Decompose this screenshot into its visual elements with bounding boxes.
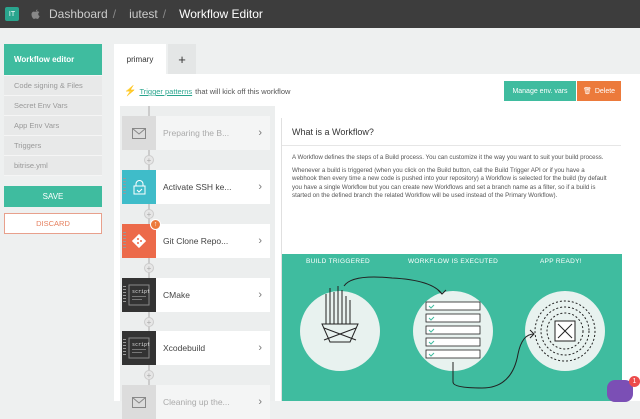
lock-icon (122, 170, 156, 204)
discard-button[interactable]: DISCARD (4, 213, 102, 234)
workflow-illustration: BUILD TRIGGERED WORKFLOW IS EXECUTED APP… (282, 254, 622, 401)
sidebar-item-bitrise-yml[interactable]: bitrise.yml (4, 156, 102, 176)
breadcrumb-dashboard[interactable]: Dashboard (49, 7, 108, 21)
step-item[interactable]: ↑ Git Clone Repo... › (122, 219, 270, 258)
step-item[interactable]: script CMake › (122, 278, 270, 312)
info-title: What is a Workflow? (282, 118, 621, 146)
step-name: Git Clone Repo... (163, 236, 229, 246)
step-name: CMake (163, 290, 190, 300)
sidebar-item-secret-env-vars[interactable]: Secret Env Vars (4, 96, 102, 116)
sidebar-item-app-env-vars[interactable]: App Env Vars (4, 116, 102, 136)
workflow-tabs: primary + (114, 44, 640, 74)
breadcrumb-app[interactable]: iutest (129, 7, 158, 21)
sidebar-item-code-signing[interactable]: Code signing & Files (4, 76, 102, 96)
breadcrumb-current: Workflow Editor (179, 7, 263, 21)
step-item[interactable]: Preparing the B... › (122, 116, 270, 150)
chevron-right-icon: › (258, 289, 262, 301)
sidebar: Workflow editor Code signing & Files Sec… (4, 44, 102, 234)
tab-primary[interactable]: primary (114, 44, 166, 74)
svg-text:script: script (132, 289, 150, 295)
step-name: Activate SSH ke... (163, 182, 232, 192)
add-step-button[interactable]: + (144, 155, 154, 165)
script-icon: script (122, 278, 156, 312)
add-step-button[interactable]: + (144, 370, 154, 380)
top-bar: IT Dashboard / iutest / Workflow Editor (0, 0, 640, 28)
delete-label: Delete (594, 87, 616, 95)
chevron-right-icon: › (258, 235, 262, 247)
step-name: Cleaning up the... (163, 397, 230, 407)
step-item[interactable]: Activate SSH ke... › (122, 170, 270, 204)
envelope-icon (122, 385, 156, 419)
chevron-right-icon: › (258, 342, 262, 354)
step-name: Preparing the B... (163, 128, 230, 138)
breadcrumb-separator: / (162, 7, 167, 21)
chevron-right-icon: › (258, 127, 262, 139)
workflow-info-panel: What is a Workflow? A Workflow defines t… (281, 118, 622, 401)
step-name: Xcodebuild (163, 343, 206, 353)
chevron-right-icon: › (258, 181, 262, 193)
git-icon: ↑ (122, 219, 161, 258)
add-step-button[interactable]: + (144, 209, 154, 219)
flow-diagram (300, 276, 605, 389)
drag-handle[interactable] (123, 178, 126, 196)
breadcrumb-separator: / (112, 7, 117, 21)
drag-handle[interactable] (123, 286, 126, 304)
add-step-button[interactable]: + (144, 317, 154, 327)
step-item[interactable]: Cleaning up the... › (122, 385, 270, 419)
trash-icon: 🗑 (582, 88, 592, 95)
add-step-button[interactable]: + (144, 263, 154, 273)
account-avatar[interactable]: IT (5, 7, 19, 21)
info-paragraph: A Workflow defines the steps of a Build … (292, 154, 604, 161)
save-button[interactable]: SAVE (4, 186, 102, 207)
trigger-patterns-link[interactable]: Trigger patterns (139, 87, 192, 96)
update-badge: ↑ (150, 219, 161, 230)
delete-workflow-button[interactable]: 🗑 Delete (577, 81, 621, 101)
drag-handle[interactable] (123, 232, 126, 250)
info-text: A Workflow defines the steps of a Build … (282, 146, 621, 213)
trigger-text: that will kick off this workflow (195, 87, 291, 96)
info-paragraph: Whenever a build is triggered (when you … (292, 166, 607, 200)
trigger-row: ⚡ Trigger patterns that will kick off th… (124, 86, 290, 97)
script-icon: script (122, 331, 156, 365)
lightning-icon: ⚡ (124, 86, 137, 97)
sidebar-item-workflow-editor[interactable]: Workflow editor (4, 44, 102, 76)
add-workflow-button[interactable]: + (168, 44, 196, 74)
svg-text:script: script (132, 342, 150, 348)
manage-env-vars-button[interactable]: Manage env. vars (504, 81, 576, 101)
chat-count-badge: 1 (629, 376, 640, 387)
envelope-icon (122, 116, 156, 150)
sidebar-item-triggers[interactable]: Triggers (4, 136, 102, 156)
step-item[interactable]: script Xcodebuild › (122, 331, 270, 365)
chevron-right-icon: › (258, 396, 262, 408)
apple-icon (31, 8, 41, 20)
drag-handle[interactable] (123, 339, 126, 357)
